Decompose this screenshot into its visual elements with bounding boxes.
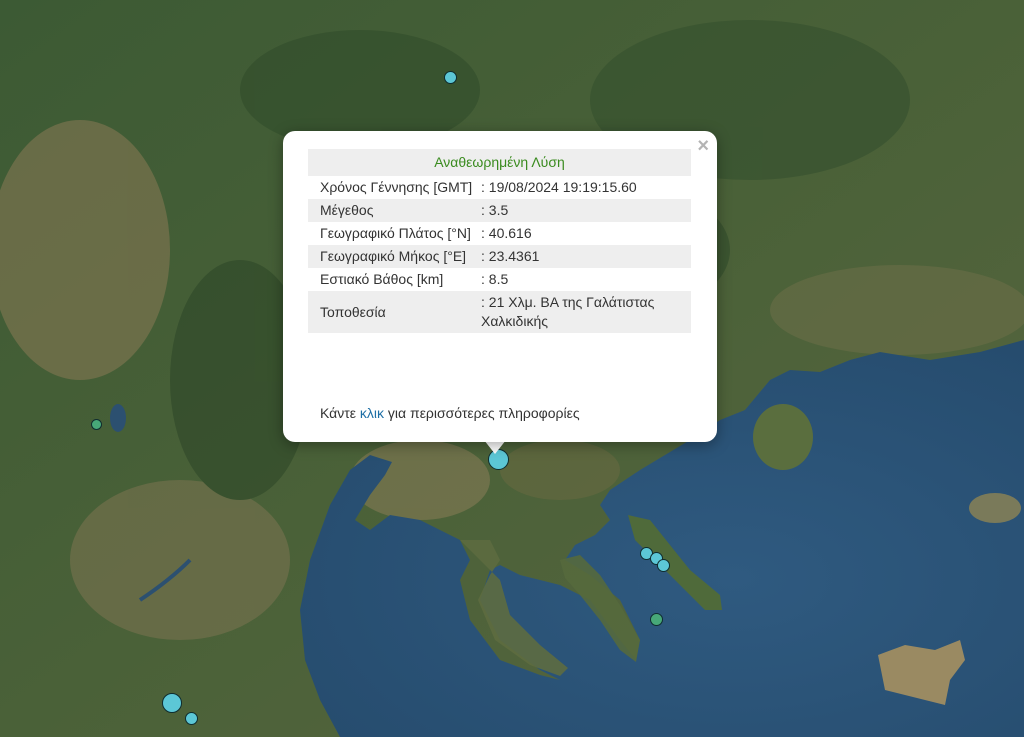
row-label: Γεωγραφικό Μήκος [°E] (308, 245, 481, 268)
earthquake-marker[interactable] (444, 71, 457, 84)
lake-volvi (110, 404, 126, 432)
close-icon[interactable]: × (697, 136, 709, 156)
more-info-suffix: για περισσότερες πληροφορίες (384, 405, 580, 421)
more-info-prefix: Κάντε (320, 405, 360, 421)
popup-title: Αναθεωρημένη Λύση (308, 149, 691, 176)
earthquake-marker[interactable] (91, 419, 102, 430)
row-label: Τοποθεσία (308, 291, 481, 333)
earthquake-marker[interactable] (162, 693, 182, 713)
table-row: Εστιακό Βάθος [km] : 8.5 (308, 268, 691, 291)
row-label: Εστιακό Βάθος [km] (320, 271, 444, 287)
row-label: Γεωγραφικό Πλάτος [°N] (320, 225, 471, 241)
more-info-link[interactable]: κλικ (360, 405, 384, 421)
row-value: : 40.616 (481, 225, 532, 241)
earthquake-marker[interactable] (185, 712, 198, 725)
table-row: Τοποθεσία : 21 Χλμ. ΒΑ της Γαλάτιστας Χα… (308, 291, 691, 333)
row-value: : 23.4361 (481, 245, 691, 268)
earthquake-marker[interactable] (657, 559, 670, 572)
thasos-island (753, 404, 813, 470)
table-row: Χρόνος Γέννησης [GMT] : 19/08/2024 19:19… (308, 176, 691, 199)
row-value: : 8.5 (481, 271, 509, 287)
row-value: : 19/08/2024 19:19:15.60 (481, 179, 637, 195)
row-label: Μέγεθος (308, 199, 481, 222)
table-row: Μέγεθος : 3.5 (308, 199, 691, 222)
popup-tip (484, 440, 506, 454)
table-row: Γεωγραφικό Πλάτος [°N] : 40.616 (308, 222, 691, 245)
row-value: : 21 Χλμ. ΒΑ της Γαλάτιστας Χαλκιδικής (481, 291, 691, 333)
earthquake-details-table: Αναθεωρημένη Λύση Χρόνος Γέννησης [GMT] … (308, 149, 691, 333)
earthquake-marker[interactable] (650, 613, 663, 626)
row-label: Χρόνος Γέννησης [GMT] (320, 179, 473, 195)
table-row: Γεωγραφικό Μήκος [°E] : 23.4361 (308, 245, 691, 268)
earthquake-info-popup: × Αναθεωρημένη Λύση Χρόνος Γέννησης [GMT… (283, 131, 717, 442)
samothrace-island (969, 493, 1021, 523)
row-value: : 3.5 (481, 199, 691, 222)
more-info-text: Κάντε κλικ για περισσότερες πληροφορίες (320, 405, 580, 421)
